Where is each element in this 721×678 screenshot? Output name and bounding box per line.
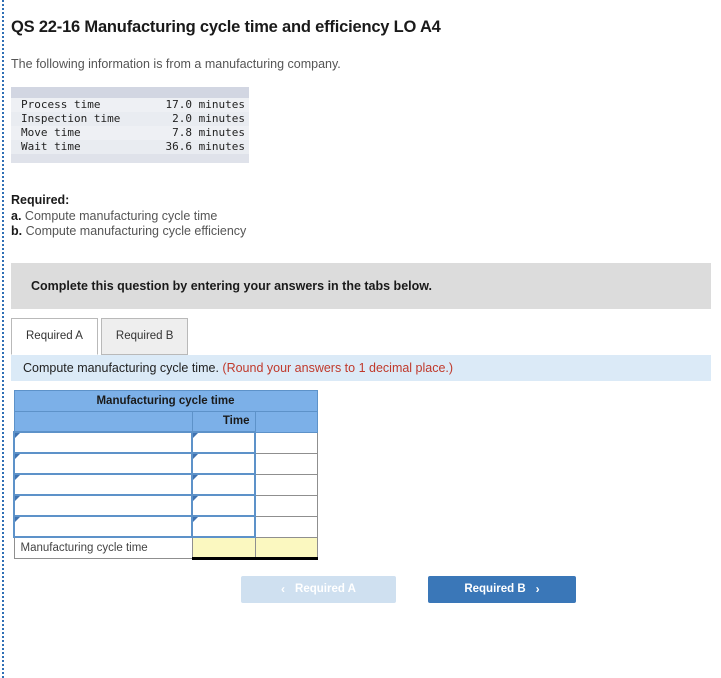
question-intro: The following information is from a manu…: [11, 57, 341, 71]
required-section: Required: a. Compute manufacturing cycle…: [11, 193, 711, 240]
answer-table-header-extra: [254, 410, 318, 433]
given-data-value: 7.8 minutes: [172, 126, 245, 139]
given-data-row: Move time 7.8 minutes: [11, 126, 249, 140]
answer-extra-cell[interactable]: [254, 494, 318, 517]
given-data-value: 17.0 minutes: [165, 98, 245, 111]
given-data-row: Process time 17.0 minutes: [11, 98, 249, 112]
required-item-b-marker: b.: [11, 224, 23, 238]
total-row-time-cell[interactable]: [191, 536, 256, 560]
answer-time-cell[interactable]: [191, 431, 256, 454]
answer-label-cell[interactable]: [13, 473, 193, 496]
answer-table-header-blank: [13, 410, 193, 433]
answer-table-header-time: Time: [191, 410, 256, 433]
required-item-a: a. Compute manufacturing cycle time: [11, 209, 711, 225]
chevron-right-icon: ›: [535, 582, 540, 596]
required-item-a-marker: a.: [11, 208, 22, 223]
tab-instruction-text: Compute manufacturing cycle time.: [23, 360, 219, 375]
answer-table: Manufacturing cycle time Time Manufactur…: [13, 389, 318, 560]
prev-button-label: Required A: [295, 583, 356, 595]
answer-label-cell[interactable]: [13, 515, 193, 538]
next-required-b-button[interactable]: Required B ›: [428, 575, 576, 603]
answer-table-title: Manufacturing cycle time: [13, 389, 318, 412]
given-data-top-bar: [11, 87, 249, 98]
answer-time-cell[interactable]: [191, 452, 256, 475]
answer-input-row: [13, 515, 318, 538]
answer-extra-cell[interactable]: [254, 473, 318, 496]
chevron-left-icon: ‹: [281, 582, 286, 596]
total-row-extra-cell[interactable]: [254, 536, 318, 560]
given-data-block: Process time 17.0 minutes Inspection time 2…: [11, 87, 249, 163]
tab-required-a[interactable]: Required A: [11, 317, 98, 355]
given-data-label: Wait time: [21, 140, 81, 153]
required-item-b-text: Compute manufacturing cycle efficiency: [25, 224, 247, 238]
dropdown-triangle-icon[interactable]: [15, 454, 20, 459]
given-data-label: Inspection time: [21, 112, 121, 125]
dropdown-triangle-icon[interactable]: [193, 496, 198, 501]
given-data-rows: Process time 17.0 minutes Inspection time 2…: [11, 98, 249, 154]
rounding-note: (Round your answers to 1 decimal place.): [222, 360, 454, 375]
answer-extra-cell[interactable]: [254, 452, 318, 475]
prev-required-a-button[interactable]: ‹ Required A: [241, 575, 396, 603]
answer-input-row: [13, 473, 318, 496]
answer-input-row: [13, 452, 318, 475]
answer-time-cell[interactable]: [191, 515, 256, 538]
given-data-row: Wait time 36.6 minutes: [11, 140, 249, 154]
nav-buttons: ‹ Required A Required B ›: [13, 575, 711, 603]
required-heading: Required:: [11, 193, 70, 207]
answer-table-header-row: Time: [13, 410, 318, 433]
answer-input-row: [13, 494, 318, 517]
dropdown-triangle-icon[interactable]: [15, 475, 20, 480]
required-item-b: b. Compute manufacturing cycle efficienc…: [11, 224, 711, 240]
given-data-value: 2.0 minutes: [172, 112, 245, 125]
required-item-a-text: Compute manufacturing cycle time: [24, 208, 218, 223]
answer-extra-cell[interactable]: [254, 515, 318, 538]
given-data-bottom-bar: [11, 154, 249, 163]
question-page: QS 22-16 Manufacturing cycle time and ef…: [0, 0, 721, 678]
tab-required-b[interactable]: Required B: [100, 317, 189, 355]
dropdown-triangle-icon[interactable]: [15, 433, 20, 438]
answer-label-cell[interactable]: [13, 494, 193, 517]
answer-time-cell[interactable]: [191, 494, 256, 517]
dropdown-triangle-icon[interactable]: [15, 496, 20, 501]
answer-table-title-row: Manufacturing cycle time: [13, 389, 318, 412]
dropdown-triangle-icon[interactable]: [193, 475, 198, 480]
total-row-label: Manufacturing cycle time: [13, 536, 193, 559]
answer-input-row: [13, 431, 318, 454]
tab-bar: Required A Required B: [11, 317, 711, 355]
given-data-value: 36.6 minutes: [165, 140, 245, 153]
given-data-label: Process time: [21, 98, 101, 111]
answer-table-total-row: Manufacturing cycle time: [13, 536, 318, 560]
next-button-label: Required B: [464, 583, 526, 595]
given-data-label: Move time: [21, 126, 81, 139]
dropdown-triangle-icon[interactable]: [193, 433, 198, 438]
dropdown-triangle-icon[interactable]: [193, 517, 198, 522]
answer-label-cell[interactable]: [13, 431, 193, 454]
tab-instruction-strip: Compute manufacturing cycle time. (Round…: [11, 354, 711, 381]
dropdown-triangle-icon[interactable]: [193, 454, 198, 459]
answer-time-cell[interactable]: [191, 473, 256, 496]
answer-extra-cell[interactable]: [254, 431, 318, 454]
page-title: QS 22-16 Manufacturing cycle time and ef…: [11, 18, 441, 36]
dropdown-triangle-icon[interactable]: [15, 517, 20, 522]
instruction-banner: Complete this question by entering your …: [11, 262, 711, 309]
answer-label-cell[interactable]: [13, 452, 193, 475]
given-data-row: Inspection time 2.0 minutes: [11, 112, 249, 126]
